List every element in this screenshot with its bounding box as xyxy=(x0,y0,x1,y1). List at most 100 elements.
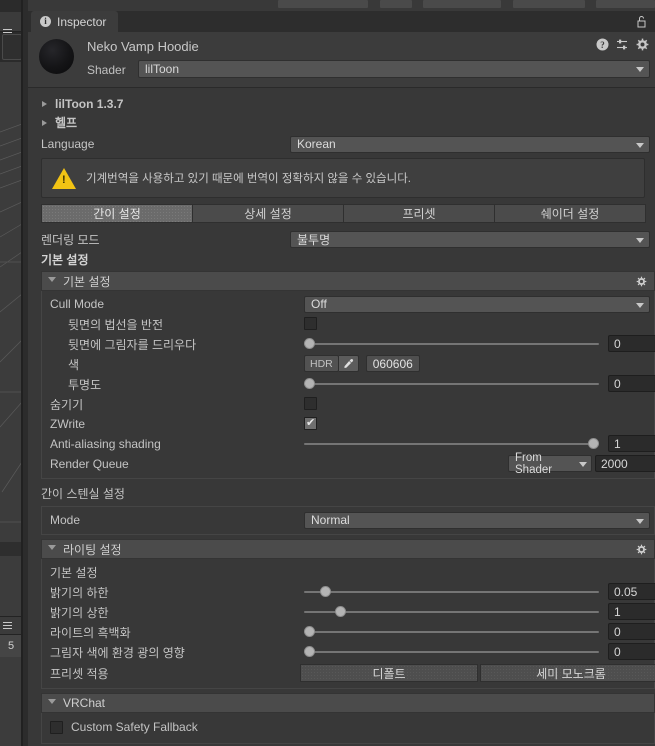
shadow-env-influence-slider[interactable] xyxy=(304,645,599,659)
foldout-help-label: 헬프 xyxy=(55,116,78,130)
cull-mode-dropdown[interactable]: Off xyxy=(304,295,650,313)
foldout-version-label: lilToon 1.3.7 xyxy=(55,96,124,111)
section-lighting-label: 라이팅 설정 xyxy=(63,542,122,557)
backface-shadow-value[interactable]: 0 xyxy=(608,335,655,352)
left-panel-number: 5 xyxy=(0,635,22,657)
chevron-down-icon-rendermode xyxy=(636,237,644,243)
aa-shading-slider[interactable] xyxy=(304,437,599,451)
brightness-min-value[interactable]: 0.05 xyxy=(608,583,655,600)
left-panel-tabrow[interactable] xyxy=(0,12,22,36)
tab-detailed-settings[interactable]: 상세 설정 xyxy=(192,204,344,223)
hide-checkbox[interactable] xyxy=(304,397,317,410)
translation-warning-box: 기계번역을 사용하고 있기 때문에 번역이 정확하지 않을 수 있습니다. xyxy=(41,158,645,198)
light-monochrome-slider[interactable] xyxy=(304,625,599,639)
slider-knob-aa[interactable] xyxy=(588,438,599,449)
section-basic-settings[interactable]: 기본 설정 xyxy=(41,271,655,291)
material-preview-sphere[interactable] xyxy=(39,39,74,74)
chevron-right-icon-help xyxy=(42,119,47,126)
backface-shadow-label: 뒷면에 그림자를 드리우다 xyxy=(68,337,197,352)
foldout-version[interactable]: lilToon 1.3.7 xyxy=(28,94,655,113)
help-icon[interactable]: ? xyxy=(596,38,609,51)
color-hex-value[interactable]: 060606 xyxy=(365,355,420,372)
stencil-group: Mode Normal xyxy=(41,506,655,535)
brightness-max-slider[interactable] xyxy=(304,605,599,619)
section-lighting-settings[interactable]: 라이팅 설정 xyxy=(41,539,655,559)
slider-knob-mono[interactable] xyxy=(304,626,315,637)
scene-view-sliver[interactable] xyxy=(0,62,22,616)
gear-icon[interactable] xyxy=(636,38,649,51)
lock-open-icon[interactable] xyxy=(636,15,647,28)
custom-safety-fallback-checkbox[interactable] xyxy=(50,720,63,734)
alpha-value[interactable]: 0 xyxy=(608,375,655,392)
tab-inspector-label: Inspector xyxy=(57,14,107,29)
left-panel-lower xyxy=(0,657,22,746)
render-mode-value: 불투명 xyxy=(297,232,331,247)
eyedropper-button[interactable] xyxy=(338,355,359,372)
render-queue-value[interactable]: 2000 xyxy=(595,455,655,472)
alpha-label: 투명도 xyxy=(68,377,102,392)
toolbar-chip-2[interactable] xyxy=(380,0,412,8)
brightness-max-value[interactable]: 1 xyxy=(608,603,655,620)
row-light-monochrome: 라이트의 흑백화 0 xyxy=(42,622,655,642)
light-monochrome-label: 라이트의 흑백화 xyxy=(50,625,131,640)
render-queue-mode-value: From Shader xyxy=(515,451,553,476)
stencil-mode-dropdown[interactable]: Normal xyxy=(304,511,650,529)
brightness-max-label: 밝기의 상한 xyxy=(50,605,109,620)
tab-simple-settings[interactable]: 간이 설정 xyxy=(41,204,193,223)
preset-default-button[interactable]: 디폴트 xyxy=(300,664,478,682)
render-mode-label: 렌더링 모드 xyxy=(41,232,100,247)
chevron-down-icon-cullmode xyxy=(636,302,644,308)
material-name: Neko Vamp Hoodie xyxy=(87,39,199,54)
gear-icon-lighting[interactable] xyxy=(636,544,647,555)
chevron-right-icon xyxy=(42,100,47,107)
stencil-heading: 간이 스텐실 설정 xyxy=(41,487,125,501)
flip-backface-normal-checkbox[interactable] xyxy=(304,317,317,330)
section-vrchat[interactable]: VRChat xyxy=(41,693,655,713)
slider-knob-env[interactable] xyxy=(304,646,315,657)
hdr-button[interactable]: HDR xyxy=(304,355,339,372)
slider-knob-alpha[interactable] xyxy=(304,378,315,389)
toolbar-chip-5[interactable] xyxy=(596,0,655,8)
preset-icon[interactable] xyxy=(616,38,629,51)
left-panel-tabrow-2[interactable] xyxy=(0,616,22,635)
brightness-min-slider[interactable] xyxy=(304,585,599,599)
row-brightness-max: 밝기의 상한 1 xyxy=(42,602,655,622)
gear-icon-basic[interactable] xyxy=(636,276,647,287)
basic-settings-heading: 기본 설정 xyxy=(41,253,89,267)
slider-knob[interactable] xyxy=(304,338,315,349)
language-row: Language Korean xyxy=(28,134,655,154)
tab-inspector[interactable]: i Inspector xyxy=(31,11,119,32)
slider-knob-bmin[interactable] xyxy=(320,586,331,597)
slider-track-bmax xyxy=(304,611,599,613)
aa-shading-value[interactable]: 1 xyxy=(608,435,655,452)
scene-wireframe-icon xyxy=(0,123,22,556)
stencil-mode-value: Normal xyxy=(311,513,350,527)
toolbar-chip-3[interactable] xyxy=(423,0,501,8)
row-preset-apply: 프리셋 적용 디폴트 세미 모노크롬 xyxy=(42,662,655,684)
shader-dropdown[interactable]: lilToon xyxy=(138,60,650,78)
slider-knob-bmax[interactable] xyxy=(335,606,346,617)
translation-warning-text: 기계번역을 사용하고 있기 때문에 번역이 정확하지 않을 수 있습니다. xyxy=(86,173,411,185)
render-mode-dropdown[interactable]: 불투명 xyxy=(290,230,650,248)
light-monochrome-value[interactable]: 0 xyxy=(608,623,655,640)
tab-preset[interactable]: 프리셋 xyxy=(343,204,495,223)
zwrite-checkbox[interactable] xyxy=(304,416,317,430)
alpha-slider[interactable] xyxy=(304,377,599,391)
vrchat-group: Custom Safety Fallback xyxy=(41,713,655,744)
shader-label: Shader xyxy=(87,63,126,77)
left-panel-thumbnail[interactable] xyxy=(2,34,22,60)
row-stencil-mode: Mode Normal xyxy=(42,510,654,530)
slider-track-bmin xyxy=(304,591,599,593)
preset-semi-monochrome-button[interactable]: 세미 모노크롬 xyxy=(480,664,655,682)
foldout-help[interactable]: 헬프 xyxy=(28,113,655,132)
shadow-env-influence-value[interactable]: 0 xyxy=(608,643,655,660)
toolbar-chip-4[interactable] xyxy=(513,0,585,8)
tab-shader-settings[interactable]: 쉐이더 설정 xyxy=(494,204,646,223)
backface-shadow-slider[interactable] xyxy=(304,337,599,351)
hamburger-icon-2[interactable] xyxy=(3,622,12,630)
cull-mode-label: Cull Mode xyxy=(50,297,105,311)
render-queue-mode-dropdown[interactable]: From Shader xyxy=(508,452,592,476)
language-dropdown[interactable]: Korean xyxy=(290,135,650,153)
toolbar-chip-1[interactable] xyxy=(278,0,368,8)
eyedropper-icon xyxy=(344,359,353,368)
